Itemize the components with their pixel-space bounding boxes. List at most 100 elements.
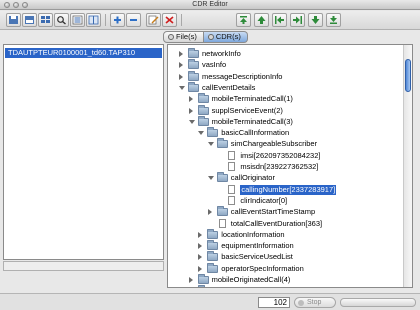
disclosure-expanded-icon[interactable] — [207, 142, 214, 147]
find-button[interactable] — [54, 13, 69, 27]
disclosure-collapsed-icon[interactable] — [198, 265, 203, 272]
folder-icon — [188, 70, 199, 81]
remove-icon — [130, 19, 137, 21]
zoom-window-button[interactable] — [22, 2, 28, 8]
move-next-icon — [293, 16, 302, 24]
folder-icon — [207, 240, 219, 251]
folder-icon — [197, 285, 205, 287]
stop-button[interactable]: Stop — [294, 297, 336, 308]
add-button[interactable] — [110, 13, 125, 27]
title-bar: CDR Editor — [0, 0, 420, 10]
folder-icon — [188, 59, 199, 70]
minimize-window-button[interactable] — [13, 2, 19, 8]
selected-file-item[interactable]: TDAUTPTEUR0100001_td60.TAP310 — [5, 48, 162, 58]
edit-icon — [148, 15, 159, 25]
stop-button-label: Stop — [307, 299, 322, 306]
move-down-icon — [311, 16, 320, 24]
delete-button[interactable] — [162, 13, 177, 27]
progress-bar — [340, 298, 416, 307]
scrollbar-thumb[interactable] — [405, 59, 411, 92]
view-tabs: File(s) CDR(s) — [163, 31, 248, 43]
tree-node-label: operatorSpecInformation — [221, 263, 304, 273]
folder-icon — [188, 81, 199, 92]
close-window-button[interactable] — [4, 2, 10, 8]
cdr-tree-vertical-scrollbar[interactable] — [403, 45, 412, 287]
folder-icon — [197, 115, 209, 126]
tab-files-label: File(s) — [176, 32, 197, 41]
tree-node-label: imsi[262097352084232] — [240, 150, 321, 160]
folder-icon — [207, 228, 219, 239]
move-bottom-button[interactable] — [326, 13, 341, 27]
disclosure-expanded-icon[interactable] — [207, 176, 214, 181]
tab-cdrs-label: CDR(s) — [215, 32, 241, 41]
disclosure-expanded-icon[interactable] — [198, 131, 205, 136]
tree-node-label-selected: callingNumber[2337283917] — [240, 184, 337, 195]
move-up-button[interactable] — [254, 13, 269, 27]
move-up-icon — [257, 16, 266, 24]
tree-node-label: networkInfo — [202, 49, 241, 58]
document-icon — [228, 195, 236, 205]
folder-icon — [197, 104, 209, 115]
move-prev-icon — [275, 16, 284, 24]
disclosure-expanded-icon[interactable] — [179, 85, 185, 90]
toolbar-separator — [105, 14, 106, 26]
move-down-button[interactable] — [308, 13, 323, 27]
tree-node-label: callEventStartTimeStamp — [230, 207, 316, 217]
folder-icon — [216, 206, 228, 217]
tree-node-label: totalCallEventDuration[363] — [230, 218, 323, 228]
move-next-button[interactable] — [290, 13, 305, 27]
tab-cdrs[interactable]: CDR(s) — [203, 31, 248, 43]
grid-button[interactable] — [38, 13, 53, 27]
tree-node-label: equipmentInformation — [221, 241, 294, 251]
tree-node-label: mobileOriginatedCall(5) — [212, 286, 291, 287]
folder-icon — [197, 274, 209, 284]
folder-icon — [188, 48, 199, 58]
tree-node-label: callOriginator — [230, 173, 275, 183]
folder-icon — [216, 172, 228, 183]
disclosure-expanded-icon[interactable] — [188, 119, 195, 124]
disclosure-collapsed-icon[interactable] — [188, 277, 193, 283]
disclosure-collapsed-icon[interactable] — [188, 107, 193, 114]
list-button[interactable] — [70, 13, 85, 27]
folder-icon — [207, 262, 219, 273]
save-as-button[interactable] — [22, 13, 37, 27]
disclosure-collapsed-icon[interactable] — [198, 231, 203, 238]
tree-node-label: msisdn[239227362532] — [240, 162, 319, 171]
file-list-horizontal-scrollbar[interactable] — [3, 261, 164, 271]
move-top-button[interactable] — [236, 13, 251, 27]
cdr-editor-window: CDR Editor File(s) CDR(s) TDAUTPTEUR0100… — [0, 0, 420, 310]
disclosure-collapsed-icon[interactable] — [198, 254, 203, 261]
document-icon — [228, 150, 236, 160]
tree-node-label: callEventDetails — [202, 82, 256, 92]
tree-node-label: clirIndicator[0] — [240, 195, 288, 205]
tree-node-label: vasInfo — [202, 60, 227, 70]
tree-node-label: locationInformation — [221, 229, 285, 239]
disclosure-collapsed-icon[interactable] — [179, 62, 183, 69]
tree-node-label: mobileTerminatedCall(3) — [211, 116, 293, 126]
table-icon — [88, 15, 99, 25]
tab-files[interactable]: File(s) — [163, 31, 204, 43]
table-button[interactable] — [86, 13, 101, 27]
document-icon — [228, 184, 236, 194]
folder-icon — [207, 127, 219, 138]
disclosure-collapsed-icon[interactable] — [188, 96, 193, 103]
move-bottom-icon — [330, 16, 337, 24]
delete-icon — [165, 16, 174, 24]
save-button[interactable] — [6, 13, 21, 27]
file-list-panel: TDAUTPTEUR0100001_td60.TAP310 — [3, 44, 164, 260]
tree-node-label: mobileTerminatedCall(1) — [211, 94, 293, 104]
tree-node-label: simChargeableSubscriber — [230, 139, 318, 149]
disclosure-collapsed-icon[interactable] — [207, 209, 212, 216]
move-prev-button[interactable] — [272, 13, 287, 27]
disclosure-collapsed-icon[interactable] — [179, 51, 183, 57]
disclosure-collapsed-icon[interactable] — [198, 243, 203, 250]
remove-button[interactable] — [126, 13, 141, 27]
stop-icon — [298, 300, 304, 306]
document-icon — [228, 162, 236, 171]
disclosure-collapsed-icon[interactable] — [179, 73, 183, 80]
tree-node-label: basicCallInformation — [221, 128, 290, 138]
zoom-level-field[interactable]: 102 — [258, 297, 290, 308]
save-as-icon — [25, 16, 34, 24]
edit-button[interactable] — [146, 13, 161, 27]
tree-node-label: messageDescriptionInfo — [202, 71, 283, 81]
